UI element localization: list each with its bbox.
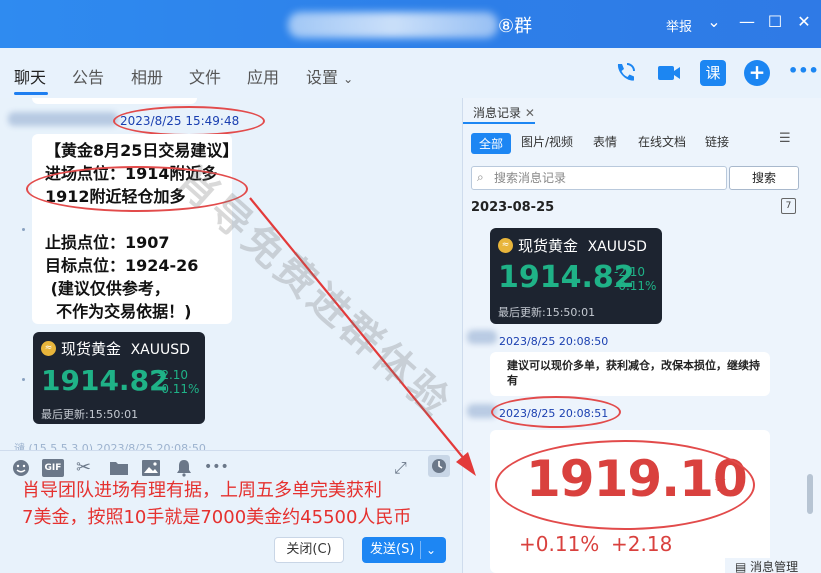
tab-announcement[interactable]: 公告 bbox=[72, 64, 104, 88]
sender-name-redacted bbox=[8, 112, 118, 126]
close-button[interactable]: 关闭(C) bbox=[274, 537, 344, 563]
tab-album[interactable]: 相册 bbox=[131, 64, 163, 88]
chat-messages[interactable]: 2023/8/25 15:49:48 【黄金8月25日交易建议】 进场点位：191… bbox=[0, 98, 462, 450]
group-name-redacted bbox=[288, 12, 498, 38]
big-change-value: +2.18 bbox=[611, 532, 673, 556]
send-label: 发送(S) bbox=[370, 542, 415, 557]
send-button[interactable]: 发送(S) ⌄ bbox=[362, 537, 446, 563]
add-icon[interactable]: + bbox=[744, 60, 770, 86]
expand-icon[interactable]: ⤢ bbox=[394, 459, 412, 477]
tab-chat[interactable]: 聊天 bbox=[14, 64, 46, 88]
quote-title: 现货黄金 bbox=[518, 237, 579, 255]
send-divider bbox=[420, 541, 421, 559]
history-tab-indicator bbox=[463, 122, 535, 124]
advice-line: 止损点位：1907 bbox=[45, 233, 170, 252]
manage-icon: ▤ bbox=[735, 560, 747, 573]
more-tools-icon[interactable]: ••• bbox=[204, 459, 229, 477]
history-date: 2023-08-25 bbox=[471, 200, 555, 215]
history-search-placeholder: 搜索消息记录 bbox=[494, 171, 567, 185]
scrollbar-thumb[interactable] bbox=[807, 474, 813, 514]
history-tab-label: 消息记录 bbox=[473, 106, 522, 120]
sender-name-redacted bbox=[467, 330, 497, 344]
advice-line: 不作为交易依据！) bbox=[45, 302, 192, 321]
partial-message-line: 谴 (15 5 5 3 0) 2023/8/25 20:08:50 bbox=[14, 442, 206, 450]
filter-settings-icon[interactable]: ☰ bbox=[779, 131, 791, 146]
overlay-caption-line1: 肖导团队进场有理有据，上周五多单完美获利 bbox=[22, 480, 382, 501]
gold-coin-icon: ≈ bbox=[41, 341, 56, 356]
annotation-oval bbox=[113, 106, 265, 136]
quote-name: 现货黄金 XAUUSD bbox=[518, 235, 647, 256]
video-icon[interactable] bbox=[656, 60, 682, 86]
filter-all[interactable]: 全部 bbox=[471, 133, 512, 154]
phone-icon[interactable] bbox=[612, 60, 638, 86]
window-title: ⑧群 bbox=[498, 16, 533, 37]
history-tab[interactable]: 消息记录 ✕ bbox=[473, 104, 535, 121]
quote-updated: 最后更新:15:50:01 bbox=[498, 306, 596, 319]
quote-change: -2.10 -0.11% bbox=[614, 265, 656, 293]
chevron-down-icon: ⌄ bbox=[343, 72, 354, 86]
scissors-icon[interactable]: ✂ bbox=[76, 459, 94, 477]
history-clock-icon[interactable] bbox=[428, 455, 450, 477]
folder-icon[interactable] bbox=[109, 459, 129, 477]
class-icon[interactable]: 课 bbox=[700, 60, 726, 86]
quote-change-pct: -0.11% bbox=[157, 382, 200, 396]
tab-files[interactable]: 文件 bbox=[189, 64, 221, 88]
tab-settings-label: 设置 bbox=[306, 68, 339, 87]
filter-stickers[interactable]: 表情 bbox=[593, 133, 617, 150]
history-search-input[interactable]: 搜索消息记录 bbox=[471, 166, 727, 190]
report-link[interactable]: 举报 bbox=[666, 16, 692, 35]
calendar-icon[interactable]: 7 bbox=[781, 198, 796, 214]
quote-change-value: -2.10 bbox=[157, 368, 189, 382]
advice-line: 【黄金8月25日交易建议】 bbox=[45, 141, 239, 160]
message-manage-button[interactable]: ▤ 消息管理 bbox=[725, 558, 821, 573]
more-icon[interactable]: ••• bbox=[788, 60, 819, 86]
message-history-panel: 消息记录 ✕ 全部 图片/视频 表情 在线文档 链接 ☰ 搜索消息记录 ⌕ 搜索… bbox=[462, 98, 821, 573]
quote-change-pct: -0.11% bbox=[614, 279, 657, 293]
dot bbox=[22, 228, 25, 231]
gold-quote-card[interactable]: ≈ 现货黄金 XAUUSD 1914.82 -2.10 -0.11% 最后更新:1… bbox=[33, 332, 205, 424]
message-text: 建议可以现价多单，获利减仓，改保本损位，继续持有 bbox=[507, 359, 760, 387]
gold-coin-icon: ≈ bbox=[498, 238, 513, 253]
quote-change: -2.10 -0.11% bbox=[157, 368, 199, 396]
message-bubble-previous bbox=[32, 98, 197, 104]
tab-apps[interactable]: 应用 bbox=[247, 64, 279, 88]
annotation-oval bbox=[26, 166, 248, 212]
maximize-icon[interactable]: ☐ bbox=[764, 12, 786, 31]
advice-line: 目标点位：1924-26 bbox=[45, 256, 199, 275]
emoji-icon[interactable] bbox=[12, 459, 30, 477]
gif-icon[interactable]: GIF bbox=[42, 459, 64, 477]
history-search-button[interactable]: 搜索 bbox=[729, 166, 799, 190]
image-icon[interactable] bbox=[141, 459, 161, 477]
quote-updated: 最后更新:15:50:01 bbox=[41, 408, 139, 421]
quote-name: 现货黄金 XAUUSD bbox=[61, 338, 190, 359]
manage-label: 消息管理 bbox=[750, 560, 799, 573]
tab-active-indicator bbox=[14, 92, 48, 95]
filter-links[interactable]: 链接 bbox=[705, 133, 729, 150]
tab-bar: 聊天 公告 相册 文件 应用 设置 ⌄ 课 + ••• bbox=[0, 48, 821, 98]
tab-settings[interactable]: 设置 ⌄ bbox=[306, 64, 353, 88]
search-icon: ⌕ bbox=[477, 170, 484, 184]
filter-media[interactable]: 图片/视频 bbox=[521, 133, 573, 150]
history-gold-quote-card[interactable]: ≈ 现货黄金 XAUUSD 1914.82 -2.10 -0.11% 最后更新:1… bbox=[490, 228, 662, 324]
chevron-down-icon[interactable]: ⌄ bbox=[426, 537, 436, 563]
close-icon[interactable]: ✕ bbox=[793, 12, 815, 31]
title-bar: ⑧群 举报 ⌄ — ☐ ✕ bbox=[0, 0, 821, 48]
filter-docs[interactable]: 在线文档 bbox=[638, 133, 686, 150]
dot bbox=[22, 378, 25, 381]
annotation-oval bbox=[495, 440, 755, 530]
quote-symbol: XAUUSD bbox=[587, 239, 647, 255]
message-timestamp: 2023/8/25 20:08:50 bbox=[499, 335, 609, 348]
quote-symbol: XAUUSD bbox=[130, 342, 190, 358]
minimize-icon[interactable]: — bbox=[736, 12, 758, 31]
annotation-oval bbox=[491, 396, 621, 428]
big-change-pct: +0.11% bbox=[519, 532, 600, 556]
overlay-caption-line2: 7美金，按照10手就是7000美金约45500人民币 bbox=[22, 507, 412, 528]
quote-change-value: -2.10 bbox=[614, 265, 646, 279]
advice-line: (建议仅供参考， bbox=[45, 279, 170, 298]
chevron-down-icon[interactable]: ⌄ bbox=[703, 12, 725, 31]
close-icon[interactable]: ✕ bbox=[525, 106, 535, 120]
quote-price: 1914.82 bbox=[41, 364, 169, 397]
bell-icon[interactable] bbox=[175, 459, 193, 477]
quote-title: 现货黄金 bbox=[61, 340, 122, 358]
